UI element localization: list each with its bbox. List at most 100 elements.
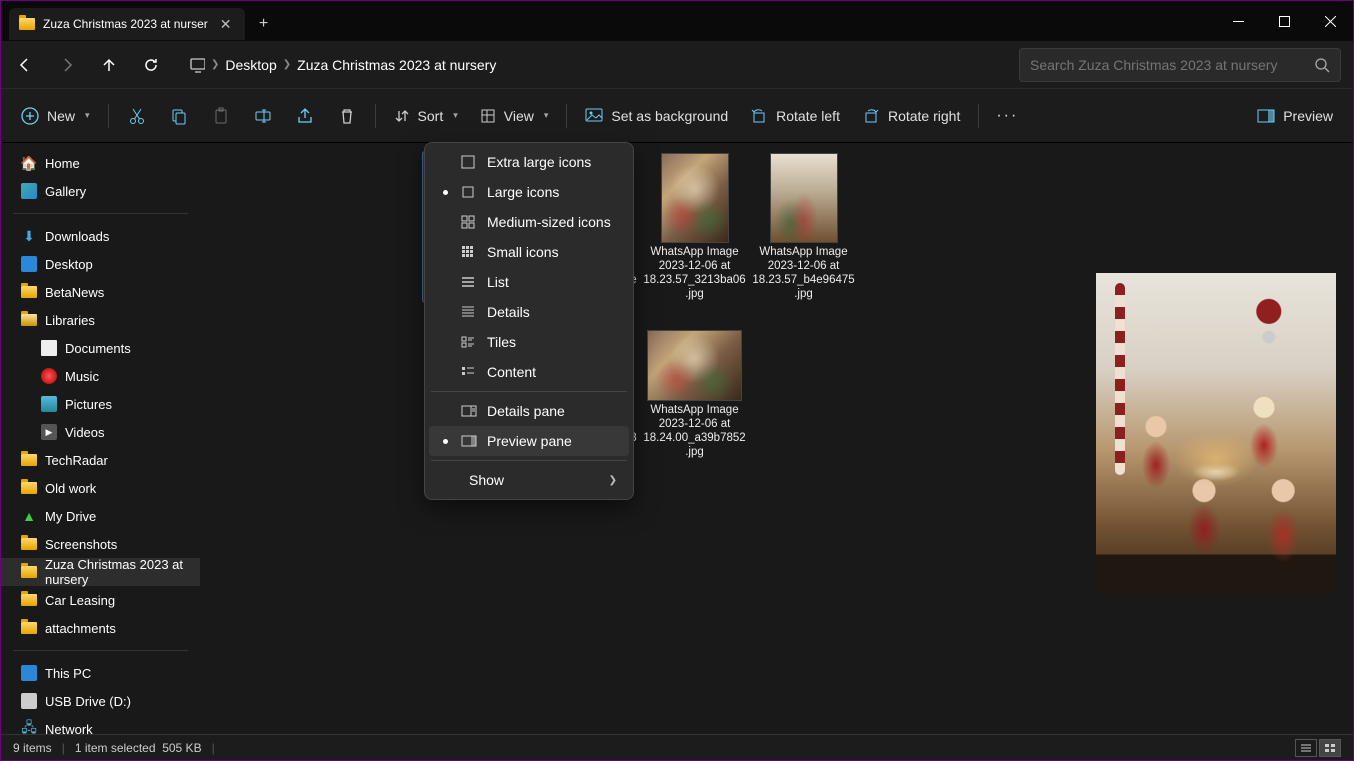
file-item[interactable]: WhatsApp Image 2023-12-06 at 18.24.00_a3…: [640, 309, 749, 461]
file-name: WhatsApp Image 2023-12-06 at 18.23.57_32…: [642, 245, 747, 301]
monitor-icon: [189, 57, 205, 73]
gallery-icon: [21, 183, 37, 199]
sort-icon: [394, 108, 410, 124]
sidebar-item-desktop[interactable]: Desktop: [1, 250, 200, 278]
preview-image: [1096, 273, 1336, 593]
folder-icon: [21, 480, 37, 496]
sidebar-item-mydrive[interactable]: ▲My Drive: [1, 502, 200, 530]
maximize-button[interactable]: [1261, 5, 1307, 37]
sidebar-item-zuza[interactable]: Zuza Christmas 2023 at nursery: [1, 558, 200, 586]
chevron-down-icon: ▾: [453, 110, 458, 121]
status-details-view-button[interactable]: [1295, 739, 1317, 757]
download-icon: ⬇: [21, 228, 37, 244]
folder-icon: [21, 284, 37, 300]
cut-button[interactable]: [117, 98, 157, 134]
share-button[interactable]: [285, 98, 325, 134]
new-tab-button[interactable]: +: [245, 15, 281, 33]
file-name: WhatsApp Image 2023-12-06 at 18.24.00_a3…: [642, 403, 747, 459]
search-icon[interactable]: [1314, 57, 1330, 73]
menu-item-details[interactable]: Details: [429, 297, 629, 327]
menu-item-preview-pane[interactable]: Preview pane: [429, 426, 629, 456]
sidebar-item-home[interactable]: 🏠Home: [1, 149, 200, 177]
close-button[interactable]: [1307, 5, 1353, 37]
chevron-right-icon: ❯: [609, 475, 617, 486]
sidebar-item-usb[interactable]: USB Drive (D:): [1, 687, 200, 715]
sidebar-item-oldwork[interactable]: Old work: [1, 474, 200, 502]
picture-icon: [585, 108, 603, 124]
preview-toggle-button[interactable]: Preview: [1247, 98, 1343, 134]
sidebar-item-screenshots[interactable]: Screenshots: [1, 530, 200, 558]
usb-icon: [21, 693, 37, 709]
sidebar-item-thispc[interactable]: This PC: [1, 659, 200, 687]
menu-item-large-icons[interactable]: Large icons: [429, 177, 629, 207]
forward-button[interactable]: [47, 45, 87, 85]
menu-item-extra-large-icons[interactable]: Extra large icons: [429, 147, 629, 177]
thumbnail: [770, 153, 838, 243]
tab-close-button[interactable]: ✕: [216, 16, 236, 33]
thumbnail: [647, 330, 742, 401]
menu-item-small-icons[interactable]: Small icons: [429, 237, 629, 267]
sidebar-item-pictures[interactable]: Pictures: [1, 390, 200, 418]
menu-item-details-pane[interactable]: Details pane: [429, 396, 629, 426]
sidebar-item-betanews[interactable]: BetaNews: [1, 278, 200, 306]
medium-icons-icon: [461, 215, 477, 229]
sidebar-item-music[interactable]: Music: [1, 362, 200, 390]
file-item[interactable]: WhatsApp Image 2023-12-06 at 18.23.57_b4…: [749, 151, 858, 303]
sidebar-item-documents[interactable]: Documents: [1, 334, 200, 362]
sidebar-item-carleasing[interactable]: Car Leasing: [1, 586, 200, 614]
navigation-pane[interactable]: 🏠Home Gallery ⬇Downloads Desktop BetaNew…: [1, 143, 200, 734]
status-bar: 9 items | 1 item selected 505 KB |: [1, 734, 1353, 760]
breadcrumb-desktop[interactable]: Desktop: [225, 57, 276, 73]
sort-label: Sort: [418, 108, 444, 124]
chevron-right-icon[interactable]: ❯: [211, 59, 219, 70]
rotate-left-icon: [750, 108, 768, 124]
menu-item-list[interactable]: List: [429, 267, 629, 297]
sidebar-item-videos[interactable]: ▶Videos: [1, 418, 200, 446]
sidebar-item-network[interactable]: 🖧Network: [1, 715, 200, 734]
breadcrumb-current[interactable]: Zuza Christmas 2023 at nursery: [297, 57, 496, 73]
refresh-button[interactable]: [131, 45, 171, 85]
copy-button[interactable]: [159, 98, 199, 134]
back-button[interactable]: [5, 45, 45, 85]
drive-icon: ▲: [21, 508, 37, 524]
chevron-down-icon: ▾: [85, 110, 90, 121]
menu-item-tiles[interactable]: Tiles: [429, 327, 629, 357]
new-button[interactable]: New ▾: [11, 98, 100, 134]
chevron-right-icon[interactable]: ❯: [283, 59, 291, 70]
rename-button[interactable]: [243, 98, 283, 134]
preview-pane: [1079, 143, 1353, 734]
rotate-left-button[interactable]: Rotate left: [740, 98, 850, 134]
menu-item-show[interactable]: Show❯: [429, 465, 629, 495]
thumbnail: [661, 153, 729, 243]
new-icon: [21, 107, 39, 125]
delete-button[interactable]: [327, 98, 367, 134]
menu-item-content[interactable]: Content: [429, 357, 629, 387]
navigation-bar: ❯ Desktop ❯ Zuza Christmas 2023 at nurse…: [1, 41, 1353, 89]
rotate-right-button[interactable]: Rotate right: [852, 98, 970, 134]
window-tab[interactable]: Zuza Christmas 2023 at nurser ✕: [9, 8, 245, 40]
sidebar-item-downloads[interactable]: ⬇Downloads: [1, 222, 200, 250]
sidebar-item-gallery[interactable]: Gallery: [1, 177, 200, 205]
file-list-pane[interactable]: WhatsApp Image 2023-12-06 at 18.23.55_da…: [200, 143, 1079, 734]
status-thumbnails-view-button[interactable]: [1319, 739, 1341, 757]
sidebar-item-attachments[interactable]: attachments: [1, 614, 200, 642]
minimize-button[interactable]: [1215, 5, 1261, 37]
tiles-icon: [461, 335, 477, 349]
up-button[interactable]: [89, 45, 129, 85]
file-item[interactable]: WhatsApp Image 2023-12-06 at 18.23.57_32…: [640, 151, 749, 303]
bullet-icon: [443, 190, 448, 195]
breadcrumb[interactable]: ❯ Desktop ❯ Zuza Christmas 2023 at nurse…: [181, 48, 1017, 82]
videos-icon: ▶: [41, 424, 57, 440]
sort-button[interactable]: Sort ▾: [384, 98, 468, 134]
more-button[interactable]: ···: [987, 98, 1027, 134]
search-box[interactable]: [1019, 48, 1341, 82]
set-background-label: Set as background: [611, 108, 728, 124]
search-input[interactable]: [1030, 57, 1314, 73]
set-background-button[interactable]: Set as background: [575, 98, 738, 134]
view-button[interactable]: View ▾: [470, 98, 559, 134]
sidebar-item-techradar[interactable]: TechRadar: [1, 446, 200, 474]
paste-button[interactable]: [201, 98, 241, 134]
sidebar-item-libraries[interactable]: Libraries: [1, 306, 200, 334]
menu-item-medium-icons[interactable]: Medium-sized icons: [429, 207, 629, 237]
view-label: View: [504, 108, 534, 124]
